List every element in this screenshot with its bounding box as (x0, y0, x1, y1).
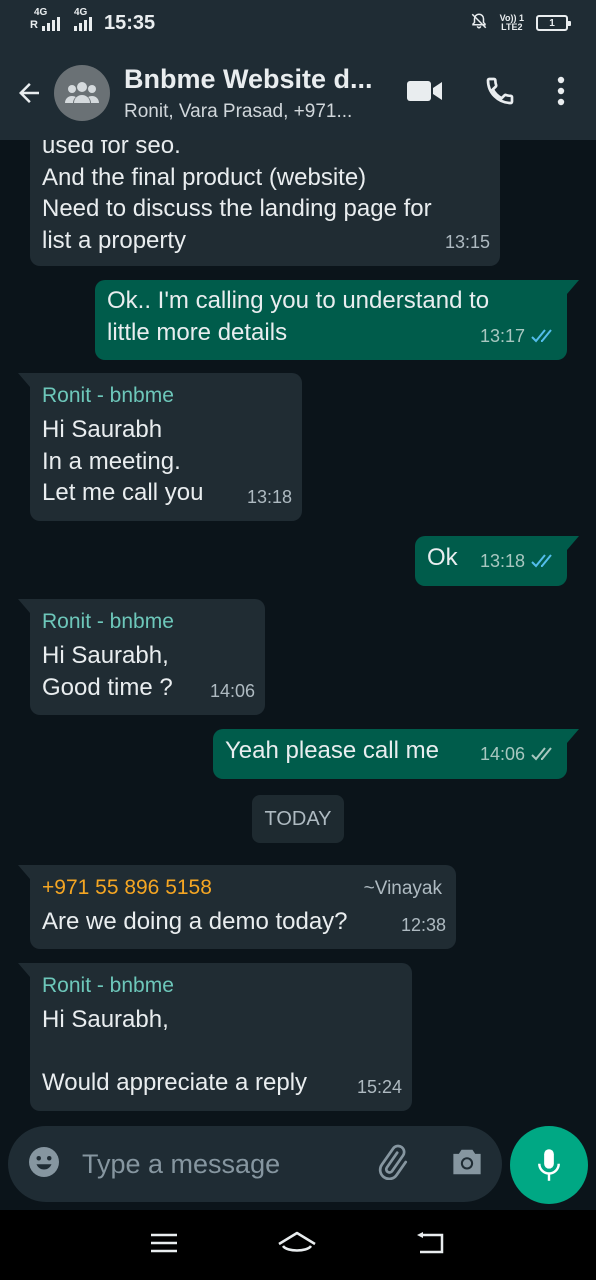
message-time: 14:06 (479, 743, 525, 764)
message-composer: Type a message (8, 1126, 502, 1202)
phone-icon (486, 77, 514, 104)
back-nav-button[interactable] (416, 1231, 446, 1260)
signal-1-icon: R 4G (30, 7, 60, 31)
message-incoming[interactable]: +971 55 896 5158 ~Vinayak Are we doing a… (18, 865, 456, 949)
message-time: 13:15 (444, 231, 490, 252)
mic-icon (538, 1149, 560, 1181)
network-1-label: 4G (34, 7, 48, 18)
paperclip-icon (378, 1144, 408, 1180)
delivered-double-tick-icon (531, 746, 557, 762)
status-bar: R 4G 4G 15:35 Vo)) 1 LTE2 1 (0, 0, 596, 46)
message-text-line: In a meeting. (42, 447, 181, 475)
message-time: 12:38 (400, 914, 446, 935)
group-avatar[interactable] (54, 65, 110, 121)
system-navigation-bar (0, 1210, 596, 1280)
mute-bell-icon (470, 12, 488, 35)
video-call-button[interactable] (406, 78, 444, 109)
message-time: 13:18 (479, 550, 525, 571)
home-button[interactable] (277, 1230, 317, 1261)
battery-icon: 1 (536, 15, 571, 31)
date-separator: TODAY (252, 795, 344, 843)
back-button[interactable] (4, 78, 54, 108)
signal-2-icon: 4G (73, 7, 92, 31)
back-nav-icon (417, 1231, 444, 1253)
arrow-left-icon (19, 83, 39, 103)
message-list[interactable]: used for seo. And the final product (web… (0, 140, 596, 1116)
message-text-line (42, 1036, 400, 1068)
message-outgoing[interactable]: Ok 13:18 (415, 536, 579, 586)
voice-message-button[interactable] (510, 1126, 588, 1204)
network-2-label: 4G (73, 7, 88, 18)
attach-button[interactable] (374, 1144, 410, 1185)
message-incoming[interactable]: used for seo. And the final product (web… (30, 140, 500, 266)
camera-icon (453, 1149, 481, 1174)
group-icon (65, 82, 99, 103)
message-text-line: Need to discuss the landing page for (42, 195, 432, 222)
message-text-line: Hi Saurabh, (42, 1006, 169, 1033)
message-text-line: Ok.. I'm calling you to understand to (107, 287, 490, 314)
message-incoming[interactable]: Ronit - bnbme Hi Saurabh In a meeting. L… (18, 373, 302, 521)
message-text-line: Hi Saurabh, (42, 642, 169, 669)
menu-lines-icon (150, 1233, 177, 1252)
battery-level: 1 (549, 17, 555, 29)
message-text-line: list a property (42, 226, 187, 254)
message-outgoing[interactable]: Ok.. I'm calling you to understand to li… (95, 280, 579, 360)
message-text-line: used for seo. (42, 140, 181, 159)
group-participants: Ronit, Vara Prasad, +971... (124, 100, 353, 122)
more-vert-icon (557, 76, 565, 105)
video-call-icon (407, 80, 442, 101)
group-title: Bnbme Website d... (124, 63, 373, 94)
read-double-tick-icon (531, 553, 557, 569)
chat-header: Bnbme Website d... Ronit, Vara Prasad, +… (0, 46, 596, 140)
recents-button[interactable] (150, 1232, 178, 1259)
message-sender-pushname: ~Vinayak (363, 878, 442, 899)
voice-call-button[interactable] (484, 75, 516, 112)
message-sender: Ronit - bnbme (42, 974, 174, 997)
message-outgoing[interactable]: Yeah please call me 14:06 (213, 729, 579, 779)
read-double-tick-icon (531, 328, 557, 344)
volte-bottom-label: LTE2 (501, 22, 523, 32)
camera-button[interactable] (450, 1147, 484, 1182)
message-text-line: And the final product (website) (42, 163, 367, 191)
message-text-line: Would appreciate a reply (42, 1069, 308, 1096)
emoji-button[interactable] (26, 1144, 62, 1185)
message-incoming[interactable]: Ronit - bnbme Hi Saurabh, Good time ? 14… (18, 599, 265, 715)
home-icon (278, 1231, 316, 1252)
volte-indicator: Vo)) 1 LTE2 (500, 14, 524, 32)
message-incoming[interactable]: Ronit - bnbme Hi Saurabh, Would apprecia… (18, 963, 412, 1111)
emoji-icon (29, 1146, 59, 1177)
message-input[interactable]: Type a message (82, 1149, 280, 1180)
message-sender: Ronit - bnbme (42, 384, 174, 407)
message-time: 13:18 (246, 486, 292, 507)
status-time: 15:35 (103, 11, 156, 34)
message-time: 14:06 (209, 680, 255, 701)
message-time: 15:24 (356, 1076, 402, 1097)
message-time: 13:17 (479, 325, 525, 346)
message-sender: Ronit - bnbme (42, 610, 174, 633)
message-text-line: Are we doing a demo today? (42, 908, 348, 935)
chat-title-area[interactable]: Bnbme Website d... Ronit, Vara Prasad, +… (124, 64, 382, 123)
roaming-indicator: R (30, 19, 38, 31)
message-text-line: Hi Saurabh (42, 416, 163, 443)
more-options-button[interactable] (556, 76, 566, 111)
